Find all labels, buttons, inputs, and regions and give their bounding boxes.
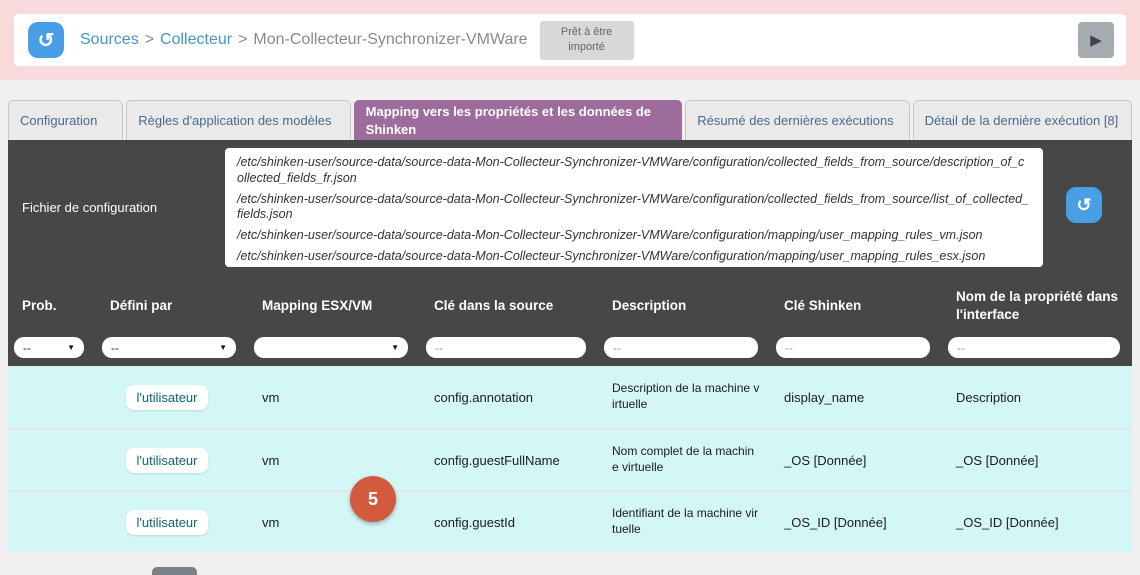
tab-bar: Configuration Règles d'application des m… bbox=[0, 100, 1140, 140]
cell-mapping: vm bbox=[248, 390, 420, 405]
defined-by-pill: l'utilisateur bbox=[126, 385, 207, 410]
filter-select-prob-value: -- bbox=[23, 341, 31, 355]
cell-mapping: vm bbox=[248, 453, 420, 468]
table-row[interactable]: l'utilisateur vm config.guestId Identifi… bbox=[8, 490, 1132, 552]
tab-mapping-active[interactable]: Mapping vers les propriétés et les donné… bbox=[354, 100, 683, 140]
filter-input-ui-name[interactable] bbox=[948, 337, 1120, 358]
column-header-mapping: Mapping ESX/VM bbox=[248, 297, 420, 315]
column-header-ui-name: Nom de la propriété dans l'interface bbox=[942, 288, 1132, 323]
chevron-down-icon: ▼ bbox=[391, 343, 399, 352]
mapping-panel: Fichier de configuration /etc/shinken-us… bbox=[8, 140, 1132, 552]
refresh-icon: ↺ bbox=[38, 28, 55, 53]
defined-by-pill: l'utilisateur bbox=[126, 448, 207, 473]
breadcrumb-separator: > bbox=[145, 31, 154, 48]
tab-configuration[interactable]: Configuration bbox=[8, 100, 123, 140]
cell-defined-by: l'utilisateur bbox=[96, 448, 248, 473]
filter-select-defined-by-value: -- bbox=[111, 341, 119, 355]
cell-defined-by: l'utilisateur bbox=[96, 510, 248, 535]
column-header-description: Description bbox=[598, 297, 770, 315]
run-button[interactable]: ▶ bbox=[1078, 22, 1114, 58]
cell-mapping: vm bbox=[248, 515, 420, 530]
breadcrumb-link-sources[interactable]: Sources bbox=[80, 31, 139, 48]
cell-ui-name: _OS_ID [Donnée] bbox=[942, 515, 1132, 530]
breadcrumb-bar: ↺ Sources > Collecteur > Mon-Collecteur-Sync… bbox=[14, 14, 1126, 66]
cell-description: Nom complet de la machine virtuelle bbox=[598, 444, 770, 475]
table-body: l'utilisateur vm config.annotation Descr… bbox=[8, 366, 1132, 552]
tab-detail-execution[interactable]: Détail de la dernière exécution [8] bbox=[913, 100, 1132, 140]
breadcrumb-separator: > bbox=[238, 31, 247, 48]
chevron-down-icon: ▼ bbox=[67, 343, 75, 352]
table-row[interactable]: l'utilisateur vm config.guestFullName No… bbox=[8, 428, 1132, 490]
cell-shinken-key: _OS_ID [Donnée] bbox=[770, 515, 942, 530]
cell-description: Identifiant de la machine virtuelle bbox=[598, 506, 770, 537]
partial-bottom-button[interactable] bbox=[152, 567, 197, 575]
table-row[interactable]: l'utilisateur vm config.annotation Descr… bbox=[8, 366, 1132, 428]
play-icon: ▶ bbox=[1090, 31, 1102, 49]
breadcrumb: Sources > Collecteur > Mon-Collecteur-Synchr… bbox=[80, 31, 528, 49]
cell-description: Description de la machine virtuelle bbox=[598, 381, 770, 412]
config-file-section: Fichier de configuration /etc/shinken-us… bbox=[8, 140, 1132, 275]
filter-row: -- ▼ -- ▼ ▼ bbox=[8, 337, 1132, 366]
config-path: /etc/shinken-user/source-data/source-dat… bbox=[237, 192, 1031, 224]
filter-select-mapping[interactable]: ▼ bbox=[254, 337, 408, 358]
cell-source-key: config.guestId bbox=[420, 515, 598, 530]
filter-input-shinken-key[interactable] bbox=[776, 337, 930, 358]
breadcrumb-link-collecteur[interactable]: Collecteur bbox=[160, 31, 232, 48]
filter-input-source-key[interactable] bbox=[426, 337, 586, 358]
column-header-defined-by: Défini par bbox=[96, 297, 248, 315]
defined-by-pill: l'utilisateur bbox=[126, 510, 207, 535]
column-header-source-key: Clé dans la source bbox=[420, 297, 598, 315]
refresh-button[interactable]: ↺ bbox=[28, 22, 64, 58]
cell-source-key: config.guestFullName bbox=[420, 453, 598, 468]
cell-source-key: config.annotation bbox=[420, 390, 598, 405]
filter-input-description[interactable] bbox=[604, 337, 758, 358]
config-path: /etc/shinken-user/source-data/source-dat… bbox=[237, 155, 1031, 187]
bottom-strip bbox=[0, 552, 1140, 575]
top-banner: ↺ Sources > Collecteur > Mon-Collecteur-Sync… bbox=[0, 0, 1140, 80]
tab-resume-executions[interactable]: Résumé des dernières exécutions bbox=[685, 100, 909, 140]
filter-select-prob[interactable]: -- ▼ bbox=[14, 337, 84, 358]
count-badge: 5 bbox=[350, 476, 396, 522]
refresh-icon: ↺ bbox=[1076, 195, 1091, 216]
config-path: /etc/shinken-user/source-data/source-dat… bbox=[237, 249, 1031, 265]
status-badge[interactable]: Prêt à être importé bbox=[540, 21, 634, 59]
config-path: /etc/shinken-user/source-data/source-dat… bbox=[237, 228, 1031, 244]
cell-shinken-key: display_name bbox=[770, 390, 942, 405]
cell-ui-name: Description bbox=[942, 390, 1132, 405]
config-paths-box: /etc/shinken-user/source-data/source-dat… bbox=[225, 148, 1043, 267]
config-file-label: Fichier de configuration bbox=[22, 200, 225, 215]
cell-ui-name: _OS [Donnée] bbox=[942, 453, 1132, 468]
column-header-shinken-key: Clé Shinken bbox=[770, 297, 942, 315]
column-header-prob: Prob. bbox=[8, 297, 96, 315]
chevron-down-icon: ▼ bbox=[219, 343, 227, 352]
table-header: Prob. Défini par Mapping ESX/VM Clé dans… bbox=[8, 275, 1132, 337]
reload-config-button[interactable]: ↺ bbox=[1066, 187, 1102, 223]
breadcrumb-current: Mon-Collecteur-Synchronizer-VMWare bbox=[253, 31, 527, 48]
cell-defined-by: l'utilisateur bbox=[96, 385, 248, 410]
filter-select-defined-by[interactable]: -- ▼ bbox=[102, 337, 236, 358]
cell-shinken-key: _OS [Donnée] bbox=[770, 453, 942, 468]
tab-regles-application[interactable]: Règles d'application des modèles bbox=[126, 100, 350, 140]
